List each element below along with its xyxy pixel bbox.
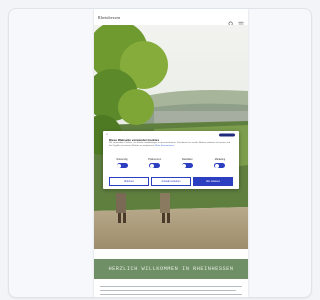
cookiebot-logo [219, 133, 235, 137]
site-header: Rheinhessen [94, 9, 248, 27]
cookie-consent-dialog: × Diese Webseite verwendet Cookies Wir v… [103, 131, 239, 189]
cookie-description: Wir verwenden Cookies, um Inhalte und An… [109, 142, 231, 147]
statistics-switch[interactable] [181, 163, 193, 168]
close-icon[interactable]: × [106, 133, 110, 136]
deny-button[interactable]: Ablehnen [109, 177, 149, 186]
welcome-banner: Herzlich willkommen in Rheinhessen [94, 259, 248, 279]
cookie-category-toggles: Notwendig Präferenzen Statistiken Market… [109, 158, 233, 168]
page-card: Rheinhessen HERZLICH WILLKOMMEN IN RHEIN… [8, 8, 312, 298]
preferences-switch[interactable] [149, 163, 161, 168]
necessary-switch[interactable] [116, 163, 128, 168]
intro-text-block [100, 286, 242, 297]
toggle-marketing: Marketing [207, 158, 233, 168]
cookie-more-link[interactable]: Mehr Informationen [155, 145, 174, 147]
text-line [100, 289, 237, 292]
site-logo[interactable]: Rheinhessen [98, 15, 120, 20]
cookie-buttons: Ablehnen Auswahl erlauben Alle zulassen [109, 177, 233, 186]
allow-selection-button[interactable]: Auswahl erlauben [151, 177, 191, 186]
toggle-preferences: Präferenzen [142, 158, 168, 168]
allow-all-button[interactable]: Alle zulassen [193, 177, 233, 186]
toggle-statistics: Statistiken [174, 158, 200, 168]
search-icon[interactable] [228, 14, 234, 27]
menu-icon[interactable] [238, 14, 244, 27]
marketing-switch[interactable] [214, 163, 226, 168]
text-line [100, 293, 242, 295]
text-line [100, 286, 242, 288]
toggle-necessary: Notwendig [109, 158, 135, 168]
welcome-title: Herzlich willkommen in Rheinhessen [108, 266, 234, 272]
